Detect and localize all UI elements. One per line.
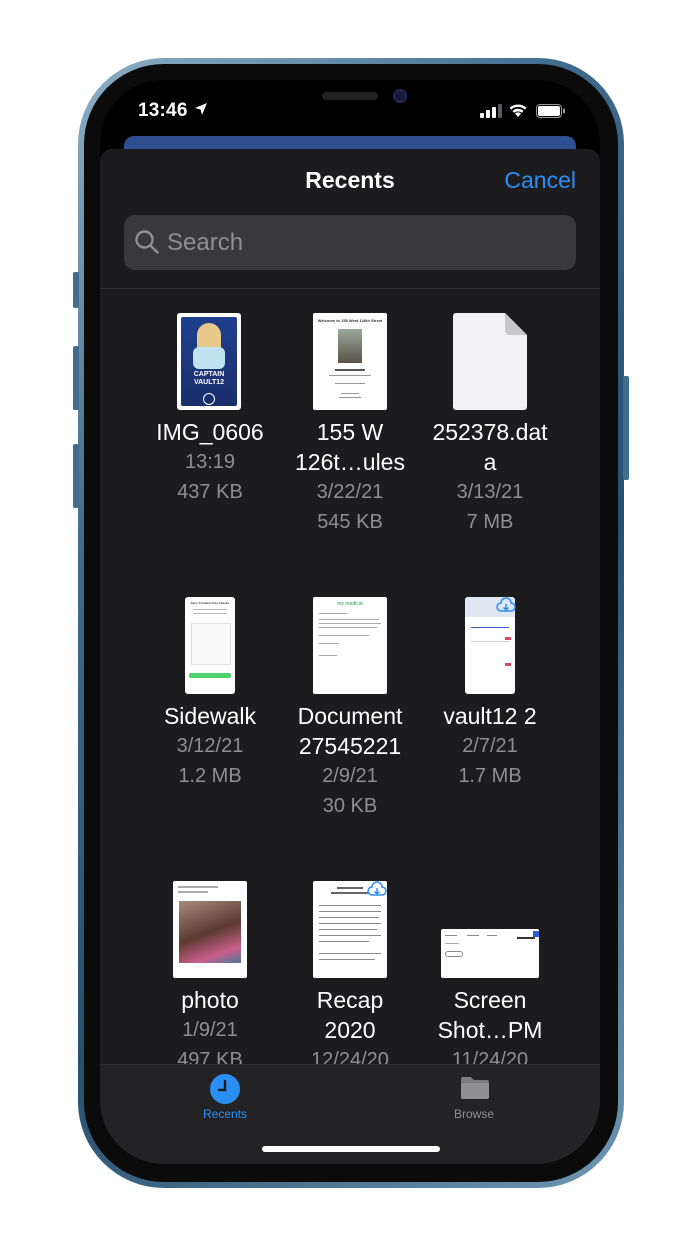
battery-icon xyxy=(536,104,565,118)
screen: 13:46 Recents Cancel Search CAPTAIN VAUL… xyxy=(100,80,600,1164)
tab-browse-label: Browse xyxy=(453,1107,494,1121)
tab-recents-label: Recents xyxy=(202,1107,248,1121)
file-size: 1.2 MB xyxy=(178,765,242,787)
picker-header: Recents Cancel xyxy=(100,149,600,209)
file-size: 7 MB xyxy=(466,511,514,533)
file-item-recap-2020[interactable]: Recap 2020 12/24/20 xyxy=(275,881,425,1081)
file-name: Document 27545221 xyxy=(297,703,403,759)
file-item-screen-shot[interactable]: Screen Shot…PM 11/24/20 xyxy=(415,881,565,1081)
file-thumbnail: Sync Contacts Into Checks xyxy=(185,597,235,694)
file-thumbnail xyxy=(441,929,539,978)
file-date: 13:19 xyxy=(184,451,236,473)
status-time: 13:46 xyxy=(138,100,188,121)
file-thumbnail xyxy=(173,881,247,978)
search-placeholder: Search xyxy=(167,229,244,256)
side-button xyxy=(623,376,629,480)
file-thumbnail: my medical xyxy=(313,597,387,694)
home-indicator[interactable] xyxy=(262,1146,440,1152)
thumb-caption: Welcome to 155 West 126th Street xyxy=(317,318,383,323)
status-bar: 13:46 xyxy=(100,80,600,140)
file-date: 1/9/21 xyxy=(182,1019,238,1041)
volume-down-button xyxy=(73,444,79,508)
thumb-caption: my medical xyxy=(337,601,363,607)
file-thumbnail: Welcome to 155 West 126th Street xyxy=(313,313,387,410)
file-date: 3/22/21 xyxy=(316,481,384,503)
file-name: Screen Shot…PM xyxy=(437,987,543,1043)
file-date: 3/12/21 xyxy=(176,735,244,757)
clock-icon xyxy=(210,1074,240,1104)
file-name: 155 W 126t…ules xyxy=(295,419,405,475)
file-name: 252378.data xyxy=(432,419,548,475)
file-item-photo[interactable]: photo 1/9/21 497 KB xyxy=(135,881,285,1081)
file-date: 2/9/21 xyxy=(322,765,378,787)
file-name: IMG_0606 xyxy=(156,419,264,445)
file-item-sidewalk[interactable]: Sync Contacts Into Checks Sidewalk 3/12/… xyxy=(135,597,285,807)
cellular-signal-icon xyxy=(480,104,502,118)
file-item-252378-data[interactable]: 252378.data 3/13/21 7 MB xyxy=(415,313,565,553)
file-name: Recap 2020 xyxy=(316,987,384,1043)
location-arrow-icon xyxy=(195,103,207,115)
document-picker-sheet: Recents Cancel Search CAPTAIN VAULT12 IM… xyxy=(100,149,600,1164)
earpiece-speaker xyxy=(322,92,378,100)
file-date: 3/13/21 xyxy=(456,481,524,503)
volume-up-button xyxy=(73,346,79,410)
file-name: Sidewalk xyxy=(163,703,257,729)
file-item-document-27545221[interactable]: my medical Document 27545221 2/9/21 30 K… xyxy=(275,597,425,837)
thumb-caption: CAPTAIN VAULT12 xyxy=(193,371,225,386)
action-button xyxy=(73,272,79,308)
file-item-vault12-2[interactable]: vault12 2 2/7/21 1.7 MB xyxy=(415,597,565,807)
wifi-icon xyxy=(509,104,527,117)
divider xyxy=(100,288,600,289)
file-size: 30 KB xyxy=(322,795,378,817)
file-size: 545 KB xyxy=(317,511,383,533)
file-name: photo xyxy=(181,987,239,1013)
file-date: 2/7/21 xyxy=(462,735,518,757)
generic-document-icon xyxy=(453,313,527,410)
folder-icon xyxy=(461,1077,489,1099)
search-icon xyxy=(135,230,159,254)
thumb-caption: Sync Contacts Into Checks xyxy=(190,601,230,605)
cancel-button[interactable]: Cancel xyxy=(504,167,576,194)
search-input[interactable]: Search xyxy=(124,215,576,270)
file-item-img-0606[interactable]: CAPTAIN VAULT12 IMG_0606 13:19 437 KB xyxy=(135,313,285,523)
file-size: 1.7 MB xyxy=(458,765,522,787)
file-thumbnail: CAPTAIN VAULT12 xyxy=(177,313,241,410)
cloud-download-icon xyxy=(496,597,516,612)
file-size: 437 KB xyxy=(177,481,243,503)
file-item-155-w-126th[interactable]: Welcome to 155 West 126th Street 155 W 1… xyxy=(275,313,425,553)
cloud-download-icon xyxy=(367,881,387,896)
front-camera xyxy=(393,89,407,103)
file-name: vault12 2 xyxy=(443,703,537,729)
